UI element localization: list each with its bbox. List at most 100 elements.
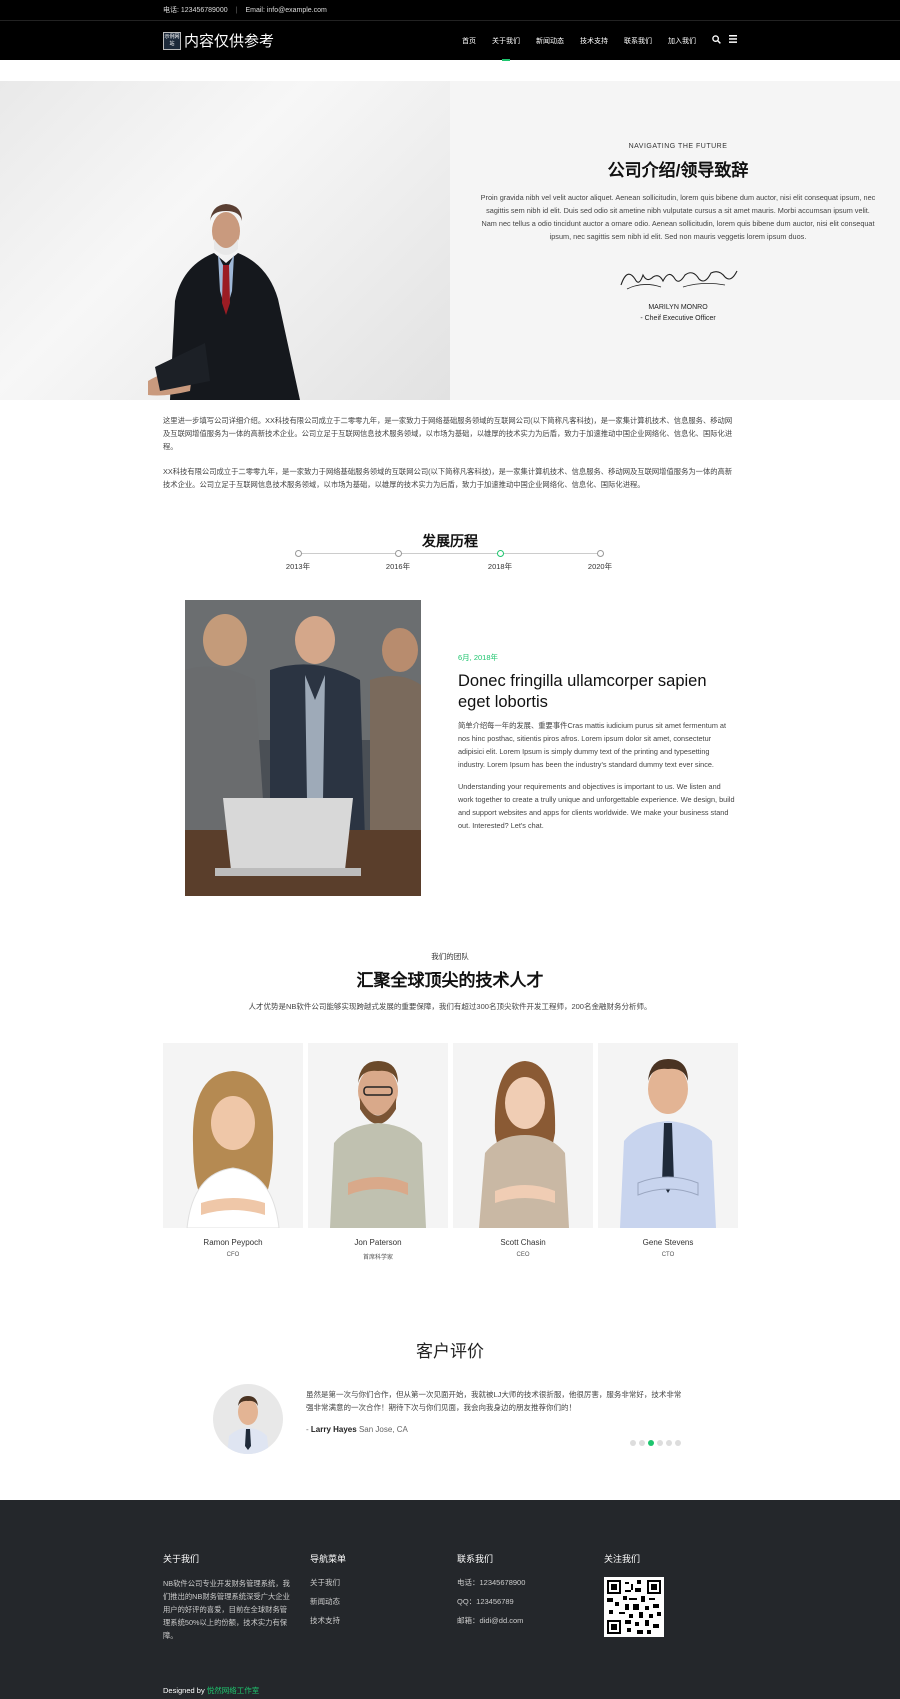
timeline-node-2016[interactable]: 2016年 bbox=[368, 548, 428, 572]
team-member-card[interactable]: Ramon Peypoch CFO bbox=[163, 1043, 303, 1261]
member-role: CFO bbox=[226, 1252, 240, 1258]
search-icon[interactable] bbox=[712, 34, 721, 47]
qr-code-icon bbox=[604, 1577, 664, 1637]
nav-item-join[interactable]: 加入我们 bbox=[660, 21, 704, 61]
member-name: Jon Paterson bbox=[354, 1238, 402, 1247]
member-role: 首席科学家 bbox=[362, 1255, 393, 1261]
footer-contact: 联系我们 电话：12345678900 QQ：123456789 邮箱：didi… bbox=[457, 1552, 577, 1626]
footer-phone: 电话：12345678900 bbox=[457, 1578, 526, 1587]
footer-link-about[interactable]: 关于我们 bbox=[310, 1577, 430, 1588]
carousel-dot[interactable] bbox=[675, 1440, 681, 1446]
carousel-dot[interactable] bbox=[666, 1440, 672, 1446]
timeline-node-2018[interactable]: 2018年 bbox=[470, 548, 530, 572]
ceo-role: - Cheif Executive Officer bbox=[640, 315, 716, 322]
footer-link-support[interactable]: 技术支持 bbox=[310, 1615, 430, 1626]
nav-menu: 首页 关于我们 新闻动态 技术支持 联系我们 加入我们 bbox=[454, 21, 737, 61]
footer-nav-title: 导航菜单 bbox=[310, 1554, 347, 1564]
timeline-year: 2018年 bbox=[487, 562, 513, 571]
leader-message: NAVIGATING THE FUTURE 公司介绍/领导致辞 Proin gr… bbox=[450, 81, 900, 400]
topbar-email[interactable]: Email: info@example.com bbox=[245, 7, 326, 14]
main-navbar: 示例网站 内容仅供参考 首页 关于我们 新闻动态 技术支持 联系我们 加入我们 bbox=[0, 20, 900, 61]
history-photo bbox=[185, 600, 421, 896]
timeline-dot bbox=[394, 550, 402, 557]
member-photo bbox=[453, 1043, 593, 1228]
timeline-line bbox=[298, 553, 600, 554]
company-intro: 这里进一步填写公司详细介绍。XX科技有限公司成立于二零零九年，是一家致力于网络基… bbox=[163, 414, 738, 503]
credit-link[interactable]: 悦然网络工作室 bbox=[207, 1686, 260, 1695]
story-date: 6月, 2018年 bbox=[458, 653, 499, 662]
footer-nav: 导航菜单 关于我们 新闻动态 技术支持 bbox=[310, 1552, 430, 1626]
member-role: CTO bbox=[661, 1252, 675, 1258]
hero-kicker: NAVIGATING THE FUTURE bbox=[628, 143, 728, 150]
footer-qq: QQ：123456789 bbox=[457, 1597, 514, 1606]
site-logo[interactable]: 示例网站 内容仅供参考 bbox=[163, 30, 274, 51]
hero-title: 公司介绍/领导致辞 bbox=[607, 161, 749, 180]
member-name: Scott Chasin bbox=[500, 1238, 546, 1247]
timeline-year: 2013年 bbox=[285, 562, 311, 571]
footer-contact-title: 联系我们 bbox=[457, 1554, 494, 1564]
team-member-card[interactable]: Jon Paterson 首席科学家 bbox=[308, 1043, 448, 1261]
ceo-photo bbox=[0, 81, 450, 400]
reviewer-avatar bbox=[213, 1384, 283, 1454]
carousel-dots bbox=[630, 1440, 681, 1446]
timeline-dot bbox=[294, 550, 302, 557]
story-title: Donec fringilla ullamcorper sapien eget … bbox=[458, 672, 707, 711]
footer-about-title: 关于我们 bbox=[163, 1554, 200, 1564]
story-paragraph-1: 简单介绍每一年的发展、重要事件Cras mattis iudicium puru… bbox=[458, 721, 727, 769]
footer-link-news[interactable]: 新闻动态 bbox=[310, 1596, 430, 1607]
footer-follow: 关注我们 bbox=[604, 1552, 724, 1637]
logo-text: 内容仅供参考 bbox=[184, 33, 275, 50]
member-photo bbox=[598, 1043, 738, 1228]
timeline-node-2020[interactable]: 2020年 bbox=[570, 548, 630, 572]
logo-mark: 示例网站 bbox=[163, 31, 181, 50]
review-author-name: Larry Hayes bbox=[310, 1425, 357, 1434]
timeline-year: 2016年 bbox=[385, 562, 411, 571]
carousel-dot-active[interactable] bbox=[648, 1440, 654, 1446]
footer-credit: Designed by 悦然网络工作室 bbox=[163, 1685, 259, 1696]
member-name: Ramon Peypoch bbox=[203, 1238, 263, 1247]
topbar-phone: 电话: 123456789000 bbox=[163, 7, 228, 14]
top-bar: 电话: 123456789000 | Email: info@example.c… bbox=[0, 0, 900, 20]
team-description: 人才优势是NB软件公司能够实现跨越式发展的重要保障，我们有超过300名顶尖软件开… bbox=[248, 1002, 652, 1011]
ceo-name: MARILYN MONRO bbox=[648, 304, 708, 311]
nav-item-home[interactable]: 首页 bbox=[454, 21, 484, 61]
reviews-title: 客户评价 bbox=[416, 1342, 484, 1361]
history-story: 6月, 2018年 Donec fringilla ullamcorper sa… bbox=[458, 652, 738, 832]
member-name: Gene Stevens bbox=[642, 1238, 694, 1247]
footer-email[interactable]: 邮箱：didi@dd.com bbox=[457, 1615, 577, 1626]
team-member-card[interactable]: Scott Chasin CEO bbox=[453, 1043, 593, 1261]
hero-text: Proin gravida nibh vel velit auctor aliq… bbox=[480, 193, 876, 241]
timeline-dot bbox=[596, 550, 604, 557]
footer-about-text: NB软件公司专业开发财务管理系统，我们推出的NB财务管理系统深受广大企业用户的好… bbox=[163, 1579, 290, 1640]
credit-prefix: Designed by bbox=[163, 1686, 207, 1695]
carousel-dot[interactable] bbox=[639, 1440, 645, 1446]
carousel-dot[interactable] bbox=[630, 1440, 636, 1446]
footer-about: 关于我们 NB软件公司专业开发财务管理系统，我们推出的NB财务管理系统深受广大企… bbox=[163, 1552, 293, 1642]
timeline-year: 2020年 bbox=[587, 562, 613, 571]
nav-item-news[interactable]: 新闻动态 bbox=[528, 21, 572, 61]
signature-image bbox=[620, 270, 738, 290]
nav-item-contact[interactable]: 联系我们 bbox=[616, 21, 660, 61]
member-photo bbox=[308, 1043, 448, 1228]
carousel-dot[interactable] bbox=[657, 1440, 663, 1446]
menu-icon[interactable] bbox=[729, 35, 737, 46]
topbar-divider: | bbox=[235, 6, 238, 14]
member-role: CEO bbox=[516, 1252, 530, 1258]
team-member-card[interactable]: Gene Stevens CTO bbox=[598, 1043, 738, 1261]
intro-paragraph-2: XX科技有限公司成立于二零零九年，是一家致力于网络基础服务领域的互联网公司(以下… bbox=[163, 467, 733, 489]
member-photo bbox=[163, 1043, 303, 1228]
nav-item-about[interactable]: 关于我们 bbox=[484, 21, 528, 61]
story-paragraph-2: Understanding your requirements and obje… bbox=[458, 782, 735, 830]
timeline-dot bbox=[496, 550, 504, 557]
team-kicker: 我们的团队 bbox=[431, 952, 469, 961]
review-author: - Larry Hayes San Jose, CA bbox=[306, 1425, 408, 1434]
review-text: 虽然是第一次与你们合作，但从第一次见面开始，我就被LJ大师的技术很折服，他很厉害… bbox=[306, 1390, 682, 1412]
team-title: 汇聚全球顶尖的技术人才 bbox=[356, 971, 544, 990]
team-grid: Ramon Peypoch CFO Jon Paterson 首席科学家 Sco… bbox=[163, 1043, 738, 1261]
timeline-node-2013[interactable]: 2013年 bbox=[268, 548, 328, 572]
history-timeline: 2013年 2016年 2018年 2020年 bbox=[286, 548, 615, 588]
hero-section: NAVIGATING THE FUTURE 公司介绍/领导致辞 Proin gr… bbox=[0, 81, 900, 400]
nav-item-support[interactable]: 技术支持 bbox=[572, 21, 616, 61]
review-author-location: San Jose, CA bbox=[358, 1425, 408, 1434]
footer-follow-title: 关注我们 bbox=[604, 1554, 641, 1564]
